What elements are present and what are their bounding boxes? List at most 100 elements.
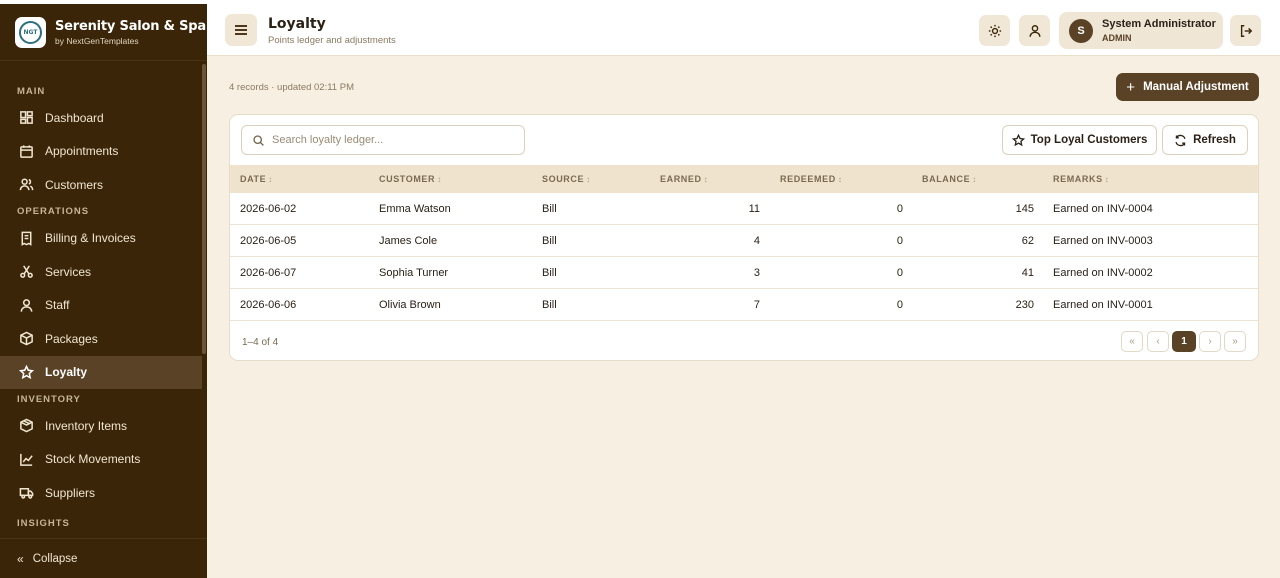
top-loyal-customers-button[interactable]: Top Loyal Customers bbox=[1002, 125, 1157, 155]
sidebar-item-inventory-items[interactable]: Inventory Items bbox=[0, 409, 202, 443]
cell-customer: Sophia Turner bbox=[379, 267, 449, 279]
sidebar-nav: MAIN Dashboard Appointments Customers OP… bbox=[0, 61, 207, 531]
brand-name: Serenity Salon & Spa bbox=[55, 18, 206, 34]
column-source[interactable]: SOURCE ↕ bbox=[542, 165, 591, 193]
ledger-card: Top Loyal Customers Refresh DATE↕ CUSTOM… bbox=[229, 114, 1259, 361]
receipt-icon bbox=[19, 231, 34, 246]
truck-icon bbox=[19, 485, 34, 500]
table-row[interactable]: 2026-06-07 Sophia Turner Bill 3 0 41 Ear… bbox=[230, 257, 1258, 289]
sidebar-item-services[interactable]: Services bbox=[0, 255, 202, 289]
column-redeemed[interactable]: REDEEMED ↕ bbox=[780, 165, 842, 193]
cell-date: 2026-06-06 bbox=[240, 299, 297, 311]
refresh-label: Refresh bbox=[1193, 134, 1236, 146]
page-1-button[interactable]: 1 bbox=[1172, 331, 1196, 352]
refresh-icon bbox=[1175, 134, 1186, 146]
column-earned[interactable]: EARNED ↕ bbox=[660, 165, 708, 193]
sidebar-scrollbar[interactable] bbox=[202, 64, 206, 354]
sidebar-item-dashboard[interactable]: Dashboard bbox=[0, 101, 202, 135]
sidebar-item-customers[interactable]: Customers bbox=[0, 168, 202, 202]
table-header: DATE ↕ CUSTOMER ↕ SOURCE ↕ EARNED ↕ REDEEMED… bbox=[230, 165, 1258, 193]
box-icon bbox=[19, 331, 34, 346]
last-page-button[interactable]: » bbox=[1224, 331, 1246, 352]
sidebar-item-stock-movements[interactable]: Stock Movements bbox=[0, 443, 202, 477]
table-row[interactable]: 2026-06-02 Emma Watson Bill 11 0 145 Ear… bbox=[230, 193, 1258, 225]
brand-subtitle: by NextGenTemplates bbox=[55, 35, 139, 46]
column-date[interactable]: DATE ↕ bbox=[240, 165, 273, 193]
cell-earned: 3 bbox=[753, 267, 760, 279]
cell-earned: 7 bbox=[753, 299, 760, 311]
plus-icon: + bbox=[1126, 78, 1136, 96]
cell-remarks: Earned on INV-0003 bbox=[1053, 235, 1153, 247]
chevron-left-icon: « bbox=[17, 551, 24, 566]
sidebar-item-label: Dashboard bbox=[45, 110, 104, 125]
user-name: System Administrator bbox=[1102, 18, 1216, 30]
sidebar-item-packages[interactable]: Packages bbox=[0, 322, 202, 356]
cell-redeemed: 0 bbox=[896, 235, 903, 247]
column-customer[interactable]: CUSTOMER ↕ bbox=[379, 165, 442, 193]
manual-adjustment-button[interactable]: + Manual Adjustment bbox=[1116, 73, 1259, 101]
sidebar-item-label: Billing & Invoices bbox=[45, 231, 136, 246]
user-icon bbox=[19, 298, 34, 313]
sidebar-item-appointments[interactable]: Appointments bbox=[0, 135, 202, 169]
prev-page-button[interactable]: ‹ bbox=[1147, 331, 1169, 352]
search-box[interactable] bbox=[241, 125, 525, 155]
sidebar-item-billing[interactable]: Billing & Invoices bbox=[0, 222, 202, 256]
sidebar-item-staff[interactable]: Staff bbox=[0, 289, 202, 323]
cell-balance: 41 bbox=[1021, 267, 1034, 279]
dashboard-icon bbox=[19, 110, 34, 125]
sidebar-item-loyalty[interactable]: Loyalty bbox=[0, 355, 202, 389]
logout-button[interactable] bbox=[1230, 15, 1261, 46]
cell-balance: 62 bbox=[1021, 235, 1034, 247]
search-input[interactable] bbox=[272, 134, 512, 146]
cell-redeemed: 0 bbox=[896, 299, 903, 311]
theme-toggle-button[interactable] bbox=[979, 15, 1010, 46]
table-row[interactable]: 2026-06-05 James Cole Bill 4 0 62 Earned… bbox=[230, 225, 1258, 257]
sidebar-item-label: Inventory Items bbox=[45, 418, 128, 433]
user-menu[interactable]: S System Administrator ADMIN bbox=[1059, 12, 1223, 49]
user-role: ADMIN bbox=[1102, 33, 1132, 43]
table-row[interactable]: 2026-06-06 Olivia Brown Bill 7 0 230 Ear… bbox=[230, 289, 1258, 321]
column-balance[interactable]: BALANCE ↕ bbox=[922, 165, 977, 193]
cell-source: Bill bbox=[542, 267, 557, 279]
top-header: Loyalty Points ledger and adjustments S … bbox=[207, 4, 1280, 56]
brand-logo-mark: NGT bbox=[19, 20, 42, 44]
cell-customer: James Cole bbox=[379, 235, 438, 247]
sidebar-item-label: Appointments bbox=[45, 144, 119, 159]
refresh-button[interactable]: Refresh bbox=[1162, 125, 1248, 155]
records-info: 4 records · updated 02:11 PM bbox=[229, 82, 354, 93]
star-icon bbox=[1011, 133, 1025, 146]
cell-date: 2026-06-07 bbox=[240, 267, 297, 279]
cell-earned: 4 bbox=[753, 235, 760, 247]
sidebar-item-suppliers[interactable]: Suppliers bbox=[0, 476, 202, 510]
top-loyal-label: Top Loyal Customers bbox=[1030, 134, 1148, 146]
cell-source: Bill bbox=[542, 203, 557, 215]
column-remarks[interactable]: REMARKS ↕ bbox=[1053, 165, 1109, 193]
collapse-button[interactable]: « Collapse bbox=[0, 538, 207, 578]
brand-logo: NGT bbox=[15, 16, 46, 48]
sidebar-item-label: Customers bbox=[45, 177, 104, 192]
sidebar-item-label: Suppliers bbox=[45, 485, 96, 500]
sidebar-item-label: Services bbox=[45, 264, 92, 279]
user-icon bbox=[1028, 24, 1041, 37]
section-insights: INSIGHTS bbox=[17, 518, 70, 529]
cell-source: Bill bbox=[542, 235, 557, 247]
cell-date: 2026-06-02 bbox=[240, 203, 297, 215]
cell-date: 2026-06-05 bbox=[240, 235, 297, 247]
sidebar-item-label: Staff bbox=[45, 298, 70, 313]
sidebar: NGT Serenity Salon & Spa by NextGenTempl… bbox=[0, 4, 207, 578]
logout-icon bbox=[1240, 24, 1252, 37]
next-page-button[interactable]: › bbox=[1199, 331, 1221, 352]
users-icon bbox=[19, 177, 34, 192]
section-main: MAIN bbox=[17, 85, 46, 97]
first-page-button[interactable]: « bbox=[1121, 331, 1143, 352]
sidebar-item-label: Packages bbox=[45, 331, 98, 346]
star-icon bbox=[19, 364, 34, 380]
cell-remarks: Earned on INV-0001 bbox=[1053, 299, 1153, 311]
calendar-icon bbox=[19, 144, 34, 159]
collapse-label: Collapse bbox=[32, 552, 78, 565]
cell-customer: Emma Watson bbox=[379, 203, 451, 215]
package-icon bbox=[19, 418, 34, 433]
profile-button[interactable] bbox=[1019, 15, 1050, 46]
menu-toggle-button[interactable] bbox=[225, 14, 257, 46]
search-icon bbox=[253, 134, 264, 146]
